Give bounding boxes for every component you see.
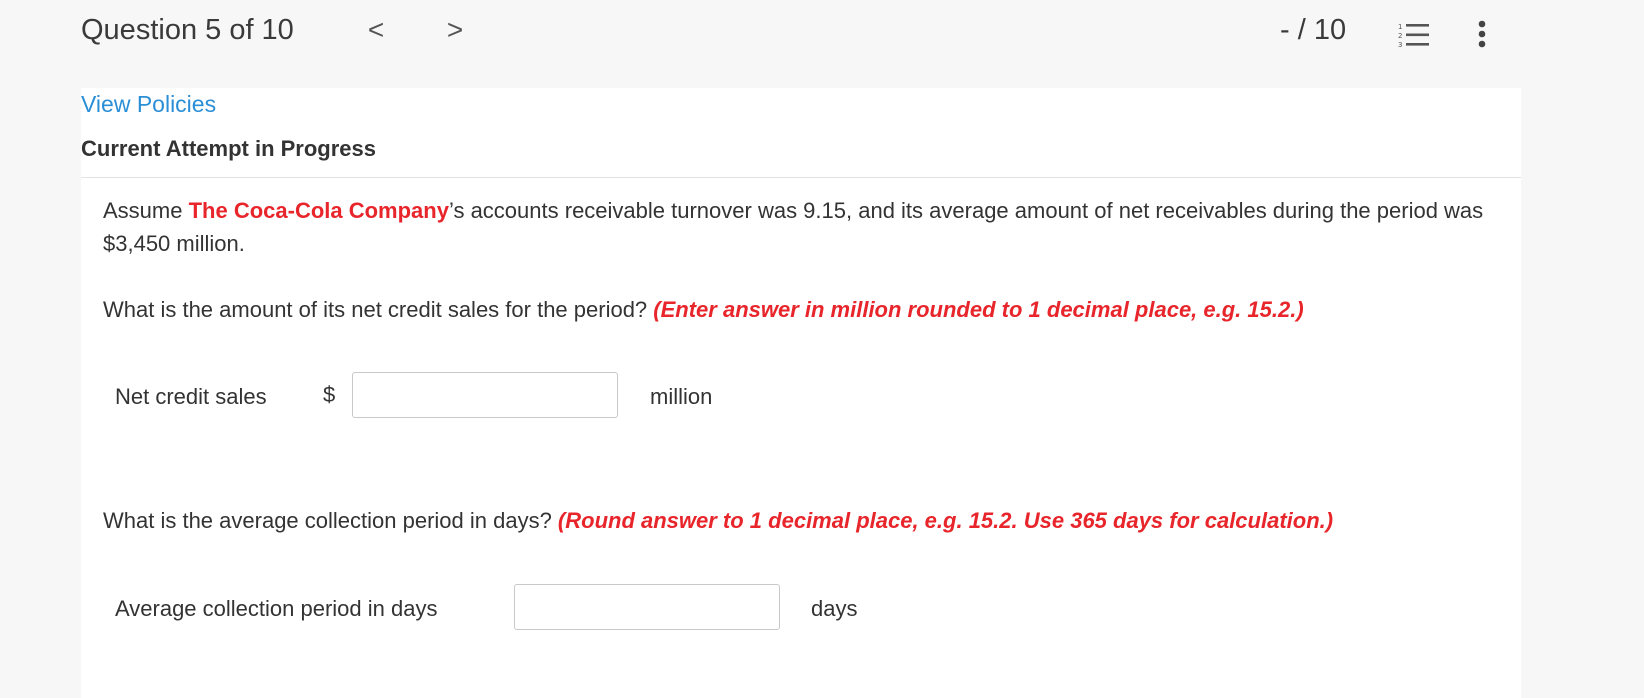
question-header: Question 5 of 10 < > - / 10 1 2 3 [0,0,1644,86]
divider [81,177,1521,178]
score-display: - / 10 [1280,14,1347,46]
question-intro: Assume The Coca-Cola Company’s accounts … [103,194,1503,260]
q2-instruction: (Round answer to 1 decimal place, e.g. 1… [557,508,1334,533]
previous-question-button[interactable]: < [361,14,391,46]
q1-instruction: (Enter answer in million rounded to 1 de… [653,297,1304,322]
question-counter: Question 5 of 10 [81,14,294,46]
question-panel: View Policies Current Attempt in Progres… [81,88,1521,698]
more-vertical-icon[interactable] [1474,20,1490,50]
svg-text:3: 3 [1398,41,1402,48]
q1-text: What is the amount of its net credit sal… [103,297,654,322]
collection-period-input[interactable] [514,584,780,630]
company-name: The Coca-Cola Company [188,198,449,223]
next-question-button[interactable]: > [440,14,470,46]
days-unit-label: days [811,596,858,621]
attempt-status-heading: Current Attempt in Progress [81,136,377,161]
svg-text:2: 2 [1398,32,1402,40]
million-unit-label: million [650,384,713,409]
svg-text:1: 1 [1398,23,1402,31]
net-credit-sales-label: Net credit sales [115,384,267,409]
question-part-1: What is the amount of its net credit sal… [103,293,1503,326]
net-credit-sales-input[interactable] [352,372,618,418]
collection-period-label: Average collection period in days [115,596,438,621]
currency-symbol: $ [323,382,336,407]
view-policies-link[interactable]: View Policies [81,91,216,118]
numbered-list-icon[interactable]: 1 2 3 [1398,22,1430,49]
question-part-2: What is the average collection period in… [103,504,1503,537]
q2-text: What is the average collection period in… [103,508,558,533]
intro-prefix: Assume [103,198,189,223]
